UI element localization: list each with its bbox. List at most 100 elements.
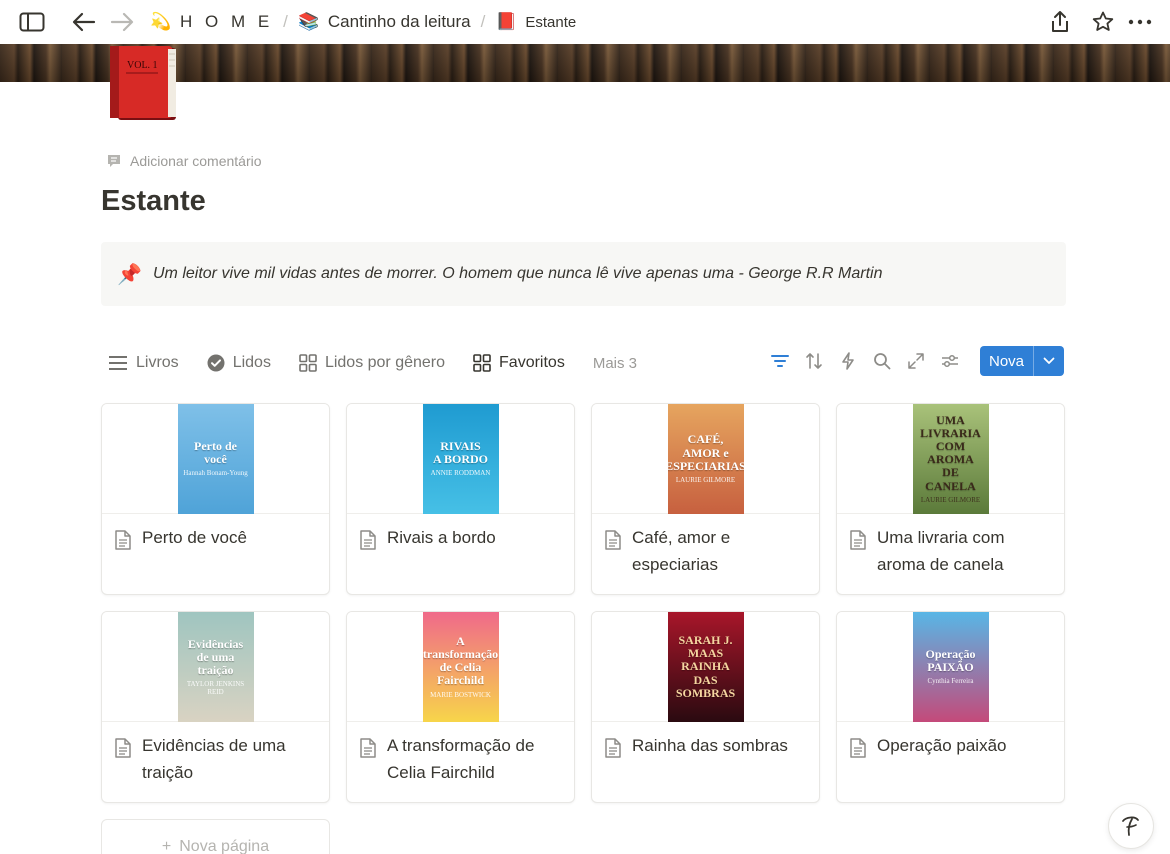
card-cover: Operação PAIXÃO Cynthia Ferreira [837, 612, 1064, 722]
tab-livros[interactable]: Livros [108, 354, 179, 372]
new-page-button[interactable]: + Nova página [101, 819, 330, 854]
card-title: Perto de você [142, 528, 247, 547]
svg-text:VOL. 1: VOL. 1 [127, 60, 158, 71]
tab-lidos[interactable]: Lidos [207, 354, 271, 372]
book-cover-image: UMA LIVRARIA COM AROMA DE CANELA LAURIE GILM… [912, 404, 989, 514]
lightning-automation-icon[interactable] [838, 351, 858, 371]
dizzy-star-icon: 💫 [150, 12, 172, 31]
back-arrow-icon[interactable] [70, 8, 98, 36]
card-body: Evidências de uma traição [102, 722, 329, 786]
card-cover: UMA LIVRARIA COM AROMA DE CANELA LAURIE GILM… [837, 404, 1064, 514]
expand-icon[interactable] [906, 351, 926, 371]
settings-sliders-icon[interactable] [940, 351, 960, 371]
breadcrumb-separator: / [283, 12, 288, 31]
book-cover-title-line: PAIXÃO [927, 660, 974, 675]
sidebar-toggle-icon[interactable] [18, 8, 46, 36]
books-icon: 📚 [298, 12, 320, 31]
breadcrumb-item-estante[interactable]: 📕 Estante [495, 12, 576, 32]
document-icon [115, 738, 131, 758]
book-cover-title-line: COM AROMA [927, 438, 974, 467]
new-page-label: Nova página [179, 838, 270, 854]
breadcrumb-item-home[interactable]: 💫 H O M E [150, 12, 273, 32]
card-title: A transformação de Celia Fairchild [387, 736, 535, 782]
book-cover-image: Perto de você Hannah Bonam-Young [177, 404, 254, 514]
document-icon [115, 530, 131, 550]
breadcrumb: 💫 H O M E / 📚 Cantinho da leitura / 📕 Es… [150, 0, 576, 44]
book-cover-title-line: Perto de você [194, 438, 237, 467]
book-cover-image: Operação PAIXÃO Cynthia Ferreira [912, 612, 989, 722]
card-title: Rivais a bordo [387, 528, 496, 547]
page-title[interactable]: Estante [101, 185, 206, 218]
gallery-card[interactable]: CAFÉ, AMOR e ESPECIARIAS LAURIE GILMORE Café… [591, 403, 820, 595]
tab-label: Lidos [232, 354, 271, 371]
gallery-card[interactable]: Operação PAIXÃO Cynthia Ferreira Operação p… [836, 611, 1065, 803]
database-toolbar [770, 346, 960, 376]
card-cover: Evidências de uma traição TAYLOR JENKINS R… [102, 612, 329, 722]
tab-favoritos[interactable]: Favoritos [473, 354, 565, 372]
book-cover-image: CAFÉ, AMOR e ESPECIARIAS LAURIE GILMORE [667, 404, 744, 514]
book-cover-author: MARIE BOSTWICK [430, 690, 491, 699]
gallery-card[interactable]: A transformação de Celia Fairchild MARIE B… [346, 611, 575, 803]
tab-label: Favoritos [499, 354, 565, 371]
gallery-icon [473, 354, 491, 372]
add-comment-button[interactable]: Adicionar comentário [106, 153, 262, 169]
red-book-page-icon[interactable]: VOL. 1 [106, 46, 180, 122]
search-icon[interactable] [872, 351, 892, 371]
book-cover-author: Hannah Bonam-Young [183, 469, 248, 478]
book-cover-image: RIVAIS A BORDO ANNIE RODDMAN [422, 404, 499, 514]
card-title: Operação paixão [877, 736, 1007, 755]
book-cover-title-line: ESPECIARIAS [667, 458, 744, 473]
card-body: Perto de você [102, 514, 329, 551]
book-cover-author: LAURIE GILMORE [675, 475, 736, 484]
card-cover: Perto de você Hannah Bonam-Young [102, 404, 329, 514]
gallery-card[interactable]: UMA LIVRARIA COM AROMA DE CANELA LAURIE GILM… [836, 403, 1065, 595]
chevron-down-icon[interactable] [1034, 346, 1064, 376]
document-icon [850, 738, 866, 758]
new-button-label[interactable]: Nova [980, 346, 1034, 376]
card-cover: A transformação de Celia Fairchild MARIE B… [347, 612, 574, 722]
card-title: Café, amor e especiarias [632, 528, 731, 574]
tab-label: Lidos por gênero [324, 354, 446, 371]
help-button[interactable] [1108, 803, 1154, 849]
document-icon [850, 530, 866, 550]
book-cover-author: LAURIE GILMORE [920, 495, 981, 504]
new-entry-button[interactable]: Nova [980, 346, 1064, 376]
gallery-card[interactable]: Perto de você Hannah Bonam-Young Perto de … [101, 403, 330, 595]
book-cover-title-line: A BORDO [432, 452, 488, 467]
forward-arrow-icon[interactable] [108, 8, 136, 36]
sort-icon[interactable] [804, 351, 824, 371]
breadcrumb-label: H O M E [180, 12, 274, 31]
gallery-card[interactable]: Evidências de uma traição TAYLOR JENKINS R… [101, 611, 330, 803]
card-title: Uma livraria com aroma de canela [877, 528, 1005, 574]
plus-icon: + [161, 838, 172, 854]
book-cover-title-line: de Celia Fairchild [436, 660, 485, 688]
share-icon[interactable] [1046, 8, 1074, 36]
more-options-icon[interactable] [1126, 8, 1154, 36]
filter-icon[interactable] [770, 351, 790, 371]
comment-icon [108, 155, 120, 167]
card-body: Rainha das sombras [592, 722, 819, 759]
document-icon [605, 738, 621, 758]
check-circle-icon [207, 354, 225, 372]
pushpin-icon: 📌 [117, 263, 142, 286]
book-cover-author: TAYLOR JENKINS REID [186, 680, 245, 696]
book-cover-title-line: AMOR e [682, 445, 729, 460]
more-views-button[interactable]: Mais 3 [593, 355, 637, 372]
book-cover-title-line: RAINHA [681, 659, 730, 674]
card-title: Evidências de uma traição [142, 736, 286, 782]
book-cover-title-line: DE CANELA [925, 465, 976, 493]
breadcrumb-item-cantinho[interactable]: 📚 Cantinho da leitura [298, 12, 470, 32]
document-icon [360, 530, 376, 550]
quote-callout[interactable]: 📌 Um leitor vive mil vidas antes de morr… [101, 242, 1066, 306]
tab-lidos-por-genero[interactable]: Lidos por gênero [299, 354, 445, 372]
card-cover: CAFÉ, AMOR e ESPECIARIAS LAURIE GILMORE [592, 404, 819, 514]
star-icon[interactable] [1089, 8, 1117, 36]
gallery-card[interactable]: SARAH J. MAAS RAINHA DAS SOMBRAS Rainha das s… [591, 611, 820, 803]
breadcrumb-label: Estante [525, 13, 577, 31]
book-cover-image: A transformação de Celia Fairchild MARIE B… [422, 612, 499, 722]
book-cover-title-line: DAS [693, 672, 718, 687]
gallery-card[interactable]: RIVAIS A BORDO ANNIE RODDMAN Rivais a bordo [346, 403, 575, 595]
card-body: Rivais a bordo [347, 514, 574, 551]
card-cover: RIVAIS A BORDO ANNIE RODDMAN [347, 404, 574, 514]
top-bar: 💫 H O M E / 📚 Cantinho da leitura / 📕 Es… [0, 0, 1170, 44]
